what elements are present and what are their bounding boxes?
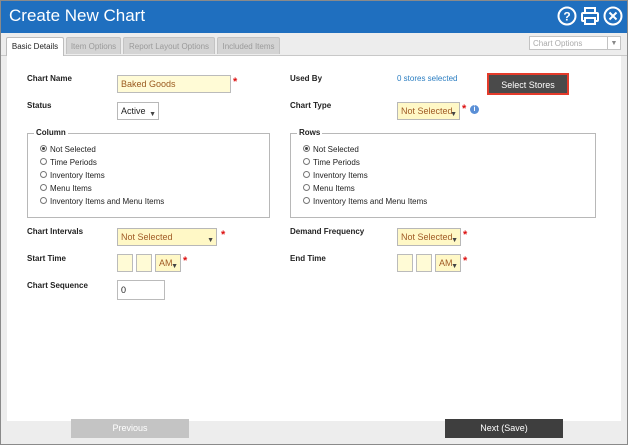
chart-name-label: Chart Name xyxy=(27,74,72,83)
info-icon[interactable]: i xyxy=(470,105,479,114)
radio-checked-icon xyxy=(303,145,310,153)
radio-label: Menu Items xyxy=(50,184,92,193)
close-icon[interactable] xyxy=(603,6,623,26)
radio-label: Menu Items xyxy=(313,184,355,193)
chart-intervals-label: Chart Intervals xyxy=(27,227,84,236)
basic-details-panel: Chart Name Baked Goods * Used By 0 store… xyxy=(7,56,621,421)
demand-frequency-value: Not Selected xyxy=(401,232,453,242)
print-icon[interactable] xyxy=(580,6,600,26)
radio-label: Inventory Items and Menu Items xyxy=(313,197,428,206)
status-label: Status xyxy=(27,101,52,110)
required-marker: * xyxy=(183,255,188,267)
radio-label: Inventory Items xyxy=(313,171,368,180)
start-time-label: Start Time xyxy=(27,254,66,263)
rows-group: Rows Not Selected Time Periods Inventory… xyxy=(290,128,596,218)
radio-icon xyxy=(40,184,47,192)
rows-option-inventory-items[interactable]: Inventory Items xyxy=(303,170,368,181)
previous-button[interactable]: Previous xyxy=(71,419,189,438)
chevron-down-icon: ▼ xyxy=(451,263,458,270)
end-hour-input[interactable] xyxy=(397,254,413,272)
column-option-time-periods[interactable]: Time Periods xyxy=(40,157,97,168)
rows-option-menu-items[interactable]: Menu Items xyxy=(303,183,355,194)
tab-item-options[interactable]: Item Options xyxy=(66,37,121,54)
radio-icon xyxy=(40,171,47,179)
chart-name-input[interactable]: Baked Goods xyxy=(117,75,231,93)
rows-group-title: Rows xyxy=(297,128,323,137)
radio-label: Not Selected xyxy=(50,145,96,154)
rows-option-not-selected[interactable]: Not Selected xyxy=(303,144,359,155)
chevron-down-icon: ▼ xyxy=(450,111,457,118)
start-ampm-select[interactable]: AM ▼ xyxy=(155,254,181,272)
required-marker: * xyxy=(463,255,468,267)
rows-option-inventory-and-menu-items[interactable]: Inventory Items and Menu Items xyxy=(303,196,427,207)
status-value: Active xyxy=(121,106,146,116)
required-marker: * xyxy=(221,229,226,241)
radio-label: Inventory Items and Menu Items xyxy=(50,197,165,206)
demand-frequency-label: Demand Frequency xyxy=(290,227,365,236)
chart-sequence-input[interactable]: 0 xyxy=(117,280,165,300)
column-group: Column Not Selected Time Periods Invento… xyxy=(27,128,270,218)
chevron-down-icon: ▼ xyxy=(171,263,178,270)
required-marker: * xyxy=(462,103,467,115)
radio-label: Time Periods xyxy=(50,158,97,167)
radio-label: Time Periods xyxy=(313,158,360,167)
tab-report-layout-options[interactable]: Report Layout Options xyxy=(123,37,215,54)
chevron-down-icon: ▼ xyxy=(149,111,156,118)
dialog-title: Create New Chart xyxy=(9,6,146,25)
next-save-button[interactable]: Next (Save) xyxy=(445,419,563,438)
column-option-menu-items[interactable]: Menu Items xyxy=(40,183,92,194)
required-marker: * xyxy=(233,76,238,88)
chart-options-label: Chart Options xyxy=(533,39,583,48)
chart-intervals-select[interactable]: Not Selected ▼ xyxy=(117,228,217,246)
tab-included-items[interactable]: Included Items xyxy=(217,37,280,54)
chart-type-value: Not Selected xyxy=(401,106,453,116)
chart-intervals-value: Not Selected xyxy=(121,232,173,242)
demand-frequency-select[interactable]: Not Selected ▼ xyxy=(397,228,461,246)
chart-type-label: Chart Type xyxy=(290,101,332,110)
tab-bar: Basic Details Item Options Report Layout… xyxy=(1,33,627,56)
tab-basic-details[interactable]: Basic Details xyxy=(6,37,64,56)
end-ampm-select[interactable]: AM ▼ xyxy=(435,254,461,272)
end-minute-input[interactable] xyxy=(416,254,432,272)
stores-selected-link[interactable]: 0 stores selected xyxy=(397,74,457,83)
radio-icon xyxy=(303,197,310,205)
status-select[interactable]: Active ▼ xyxy=(117,102,159,120)
chevron-down-icon: ▼ xyxy=(607,37,620,49)
chart-sequence-label: Chart Sequence xyxy=(27,281,88,290)
column-option-not-selected[interactable]: Not Selected xyxy=(40,144,96,155)
end-time-label: End Time xyxy=(290,254,326,263)
rows-option-time-periods[interactable]: Time Periods xyxy=(303,157,360,168)
svg-text:?: ? xyxy=(563,10,570,24)
chevron-down-icon: ▼ xyxy=(451,237,458,244)
column-option-inventory-items[interactable]: Inventory Items xyxy=(40,170,105,181)
radio-label: Not Selected xyxy=(313,145,359,154)
radio-label: Inventory Items xyxy=(50,171,105,180)
radio-icon xyxy=(40,158,47,166)
column-option-inventory-and-menu-items[interactable]: Inventory Items and Menu Items xyxy=(40,196,164,207)
required-marker: * xyxy=(463,229,468,241)
start-hour-input[interactable] xyxy=(117,254,133,272)
help-icon[interactable]: ? xyxy=(557,6,577,26)
chart-options-select[interactable]: Chart Options ▼ xyxy=(529,36,621,50)
radio-checked-icon xyxy=(40,145,47,153)
radio-icon xyxy=(303,184,310,192)
start-minute-input[interactable] xyxy=(136,254,152,272)
radio-icon xyxy=(303,171,310,179)
title-bar: Create New Chart ? xyxy=(1,1,627,33)
chevron-down-icon: ▼ xyxy=(207,237,214,244)
select-stores-button[interactable]: Select Stores xyxy=(487,73,569,95)
used-by-label: Used By xyxy=(290,74,323,83)
column-group-title: Column xyxy=(34,128,68,137)
create-chart-dialog: Create New Chart ? Basic Details Item Op… xyxy=(0,0,628,445)
radio-icon xyxy=(303,158,310,166)
chart-type-select[interactable]: Not Selected ▼ xyxy=(397,102,460,120)
radio-icon xyxy=(40,197,47,205)
